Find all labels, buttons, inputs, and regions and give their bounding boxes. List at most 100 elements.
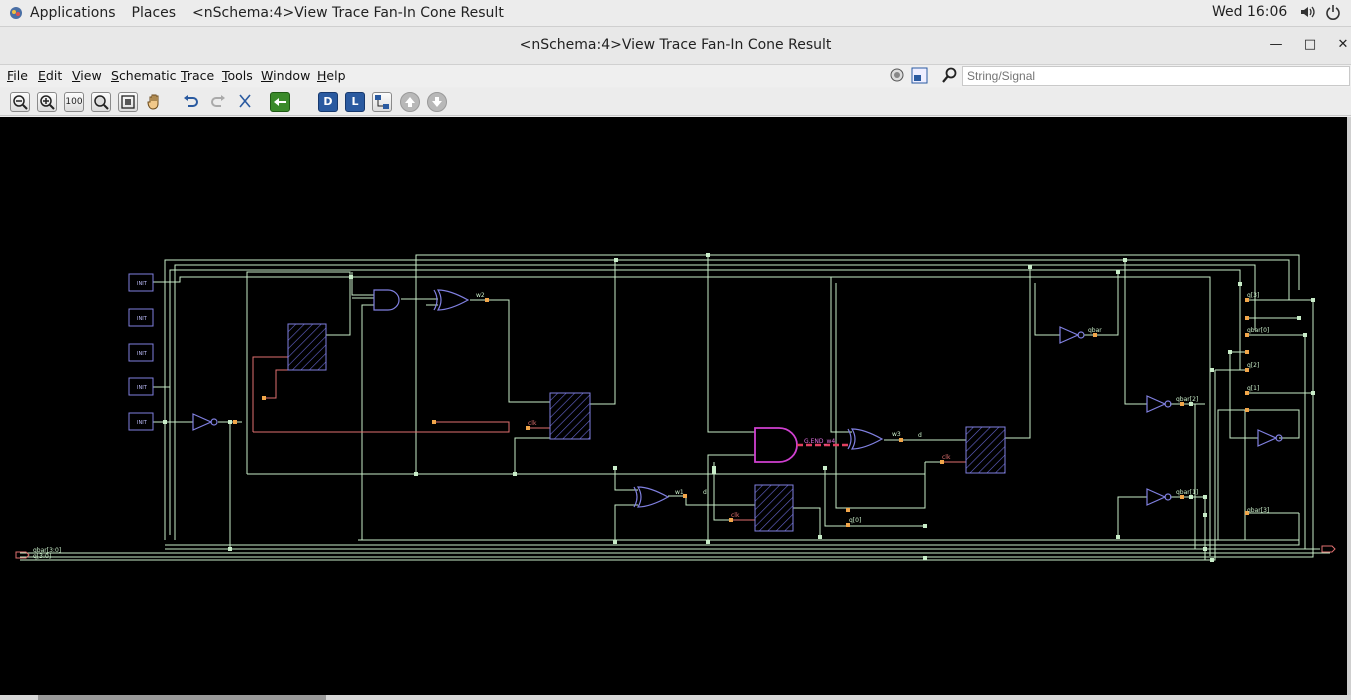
back-trace-button[interactable] — [270, 92, 290, 112]
net-label: w3 — [892, 431, 901, 438]
menu-help[interactable]: Help — [317, 68, 346, 83]
scissors-icon — [239, 94, 251, 108]
active-window-indicator[interactable]: <nSchema:4>View Trace Fan-In Cone Result — [184, 0, 512, 26]
scrollbar-thumb[interactable] — [38, 695, 326, 700]
flip-flop[interactable] — [287, 323, 327, 371]
init-label: INIT — [137, 385, 148, 391]
down-arrow-icon — [432, 97, 442, 107]
not-gate[interactable] — [1146, 488, 1167, 506]
net-label: clk — [528, 420, 537, 427]
power-icon — [1326, 5, 1340, 20]
net-label: qbar[0] — [1247, 327, 1269, 334]
undo-icon — [184, 95, 198, 107]
zoom-out-button[interactable] — [10, 92, 30, 112]
xor-gate[interactable] — [436, 289, 470, 311]
init-label: INIT — [137, 351, 148, 357]
net-label: d — [703, 489, 707, 496]
not-gate[interactable] — [192, 413, 213, 431]
close-button[interactable]: ✕ — [1333, 35, 1351, 55]
not-gate[interactable] — [1257, 429, 1278, 447]
search-input[interactable] — [962, 66, 1350, 86]
applications-label: Applications — [30, 5, 116, 21]
hierarchy-icon — [375, 95, 389, 109]
net-label: d — [918, 432, 922, 439]
xor-gate[interactable] — [636, 486, 670, 508]
schematic-canvas[interactable]: INIT INIT INIT INIT INIT qbar[3:0] q[3:0… — [0, 117, 1347, 695]
net-label: G.END_w4 — [804, 438, 835, 445]
zoom-in-icon — [40, 95, 55, 110]
zoom-out-icon — [13, 95, 28, 110]
d-button[interactable]: D — [318, 92, 338, 112]
back-arrow-icon — [274, 98, 286, 106]
net-label: qbar — [1088, 327, 1102, 334]
menu-window[interactable]: Window — [261, 68, 310, 83]
search-icon[interactable] — [941, 67, 958, 84]
volume-icon — [1301, 6, 1315, 18]
hierarchy-button[interactable] — [372, 92, 392, 112]
pan-button[interactable] — [145, 92, 165, 112]
zoom-in-button[interactable] — [37, 92, 57, 112]
init-label: INIT — [137, 316, 148, 322]
undo-button[interactable] — [181, 92, 201, 112]
net-label: q[2] — [1247, 362, 1259, 369]
zoom-100-button[interactable]: 100 — [64, 92, 84, 112]
clock-wires — [252, 356, 966, 521]
zoom-fit-button[interactable] — [91, 92, 111, 112]
flip-flop[interactable] — [754, 484, 794, 532]
vertical-scrollbar[interactable] — [1347, 117, 1351, 695]
cut-button[interactable] — [235, 92, 255, 112]
toolbar: 100 D L — [0, 88, 1351, 116]
menu-tools[interactable]: Tools — [222, 68, 253, 83]
horizontal-scrollbar[interactable] — [0, 695, 1351, 700]
menu-schematic[interactable]: Schematic — [111, 68, 177, 83]
window-title-bar: <nSchema:4>View Trace Fan-In Cone Result… — [0, 27, 1351, 65]
net-label: qbar[3] — [1247, 507, 1269, 514]
applications-icon — [10, 7, 22, 19]
net-label: w1 — [675, 489, 684, 496]
zoom-fit-icon — [94, 95, 109, 110]
net-label: q[0] — [849, 517, 861, 524]
flip-flop[interactable] — [549, 392, 591, 440]
net-label: clk — [731, 512, 740, 519]
l-button[interactable]: L — [345, 92, 365, 112]
window-layout-icon[interactable] — [911, 67, 928, 84]
zoom-area-icon — [121, 95, 135, 109]
zoom-area-button[interactable] — [118, 92, 138, 112]
and-gate[interactable] — [373, 289, 400, 311]
init-label: INIT — [137, 420, 148, 426]
net-label: q[1] — [1247, 385, 1259, 392]
places-label: Places — [131, 5, 177, 21]
redo-icon — [211, 95, 225, 107]
not-gate[interactable] — [1059, 326, 1080, 344]
redo-button[interactable] — [208, 92, 228, 112]
flip-flop[interactable] — [965, 426, 1006, 474]
bus-label: q[3:0] — [33, 553, 51, 560]
places-menu[interactable]: Places — [124, 0, 185, 26]
net-label: q[3] — [1247, 292, 1259, 299]
net-label: qbar[2] — [1176, 396, 1198, 403]
applications-menu[interactable]: Applications — [0, 0, 124, 26]
net-label: clk — [942, 454, 951, 461]
menu-trace[interactable]: Trace — [181, 68, 214, 83]
sync-icon[interactable] — [889, 67, 905, 83]
not-gate[interactable] — [1146, 395, 1167, 413]
system-top-bar: Applications Places <nSchema:4>View Trac… — [0, 0, 1351, 27]
minimize-button[interactable]: — — [1266, 35, 1286, 55]
go-down-button[interactable] — [427, 92, 447, 112]
maximize-button[interactable]: □ — [1300, 35, 1320, 55]
menu-file[interactable]: File — [7, 68, 28, 83]
menu-edit[interactable]: Edit — [38, 68, 62, 83]
xor-gate[interactable] — [850, 428, 884, 450]
active-window-title: <nSchema:4>View Trace Fan-In Cone Result — [192, 5, 504, 21]
init-label: INIT — [137, 281, 148, 287]
up-arrow-icon — [405, 97, 415, 107]
net-label: qbar[1] — [1176, 489, 1198, 496]
ports — [15, 545, 1336, 559]
menu-view[interactable]: View — [72, 68, 102, 83]
output-port[interactable] — [1321, 545, 1336, 553]
go-up-button[interactable] — [400, 92, 420, 112]
flip-flops — [287, 323, 1006, 532]
clock[interactable]: Wed 16:06 — [1212, 4, 1287, 20]
system-tray[interactable] — [1299, 4, 1341, 20]
schematic-diagram[interactable]: INIT INIT INIT INIT INIT qbar[3:0] q[3:0… — [0, 117, 1347, 695]
